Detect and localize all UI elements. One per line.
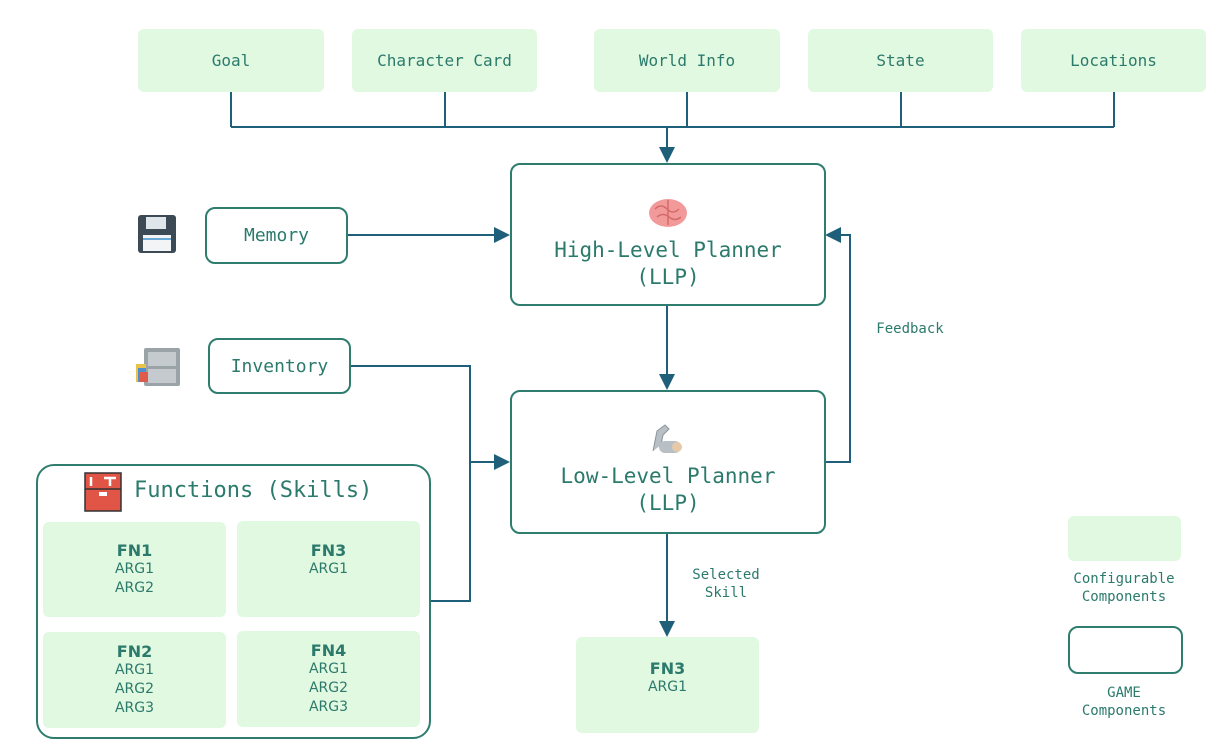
- inventory-to-llp-arrow: [350, 365, 510, 470]
- function-card-fn4: FN4 ARG1 ARG2 ARG3: [237, 631, 420, 727]
- feedback-label: Feedback: [876, 321, 944, 337]
- fn-arg: ARG1: [308, 661, 349, 677]
- high-level-planner-box: High-Level Planner (LLP): [510, 163, 826, 306]
- inventory-label: Inventory: [230, 355, 329, 377]
- functions-title: Functions (Skills): [134, 478, 373, 503]
- legend-configurable-swatch: [1068, 516, 1181, 561]
- input-goal: Goal: [138, 29, 324, 92]
- fn-arg: ARG1: [114, 662, 155, 678]
- architecture-diagram: Goal Character Card World Info State Loc…: [0, 0, 1224, 754]
- hlp-subtitle: (LLP): [636, 264, 700, 289]
- fn-arg: ARG1: [647, 679, 688, 695]
- fn-name: FN2: [116, 642, 153, 661]
- fn-name: FN4: [310, 641, 347, 660]
- low-level-planner-box: Low-Level Planner (LLP): [510, 390, 826, 534]
- functions-to-llp-line: [430, 462, 471, 602]
- toolbox-icon: [84, 472, 122, 512]
- legend-game-label: GAME Components: [1054, 684, 1194, 720]
- memory-box: Memory: [205, 207, 348, 264]
- legend-line: Configurable: [1073, 571, 1175, 587]
- fn-name: FN3: [649, 659, 686, 678]
- inventory-box: Inventory: [208, 338, 351, 394]
- fn-arg: ARG3: [308, 699, 349, 715]
- feedback-arrow: [825, 227, 851, 463]
- fn-arg: ARG2: [308, 680, 349, 696]
- brain-icon: [649, 198, 687, 227]
- selected-skill-line2: Skill: [704, 585, 748, 601]
- fn-arg: ARG2: [114, 580, 155, 596]
- function-card-fn3: FN3 ARG1: [237, 521, 420, 617]
- floppy-disk-icon: [138, 215, 176, 253]
- file-cabinet-icon: [136, 348, 180, 386]
- legend-line: GAME: [1107, 685, 1141, 701]
- legend-line: Components: [1081, 589, 1167, 605]
- fn-arg: ARG3: [114, 700, 155, 716]
- fn-arg: ARG2: [114, 681, 155, 697]
- inputs-bus: [230, 92, 1115, 128]
- fn-name: FN1: [116, 541, 153, 560]
- fn-name: FN3: [310, 541, 347, 560]
- legend-game-swatch: [1068, 626, 1183, 674]
- legend-line: Components: [1081, 703, 1167, 719]
- llp-subtitle: (LLP): [636, 491, 700, 515]
- fn-arg: ARG1: [308, 561, 349, 577]
- function-card-fn2: FN2 ARG1 ARG2 ARG3: [43, 632, 226, 728]
- legend-configurable-label: Configurable Components: [1054, 570, 1194, 606]
- selected-function-output: FN3 ARG1: [576, 637, 759, 733]
- mechanical-arm-icon: [652, 424, 682, 453]
- memory-label: Memory: [243, 225, 310, 246]
- input-locations: Locations: [1021, 29, 1206, 92]
- input-character-card: Character Card: [352, 29, 537, 92]
- llp-title: Low-Level Planner: [560, 464, 776, 488]
- input-world-info: World Info: [594, 29, 780, 92]
- selected-skill-line1: Selected: [692, 567, 760, 583]
- hlp-title: High-Level Planner: [554, 237, 782, 262]
- function-card-fn1: FN1 ARG1 ARG2: [43, 522, 226, 617]
- fn-arg: ARG1: [114, 561, 155, 577]
- selected-skill-label: Selected Skill: [676, 566, 776, 602]
- input-state: State: [808, 29, 993, 92]
